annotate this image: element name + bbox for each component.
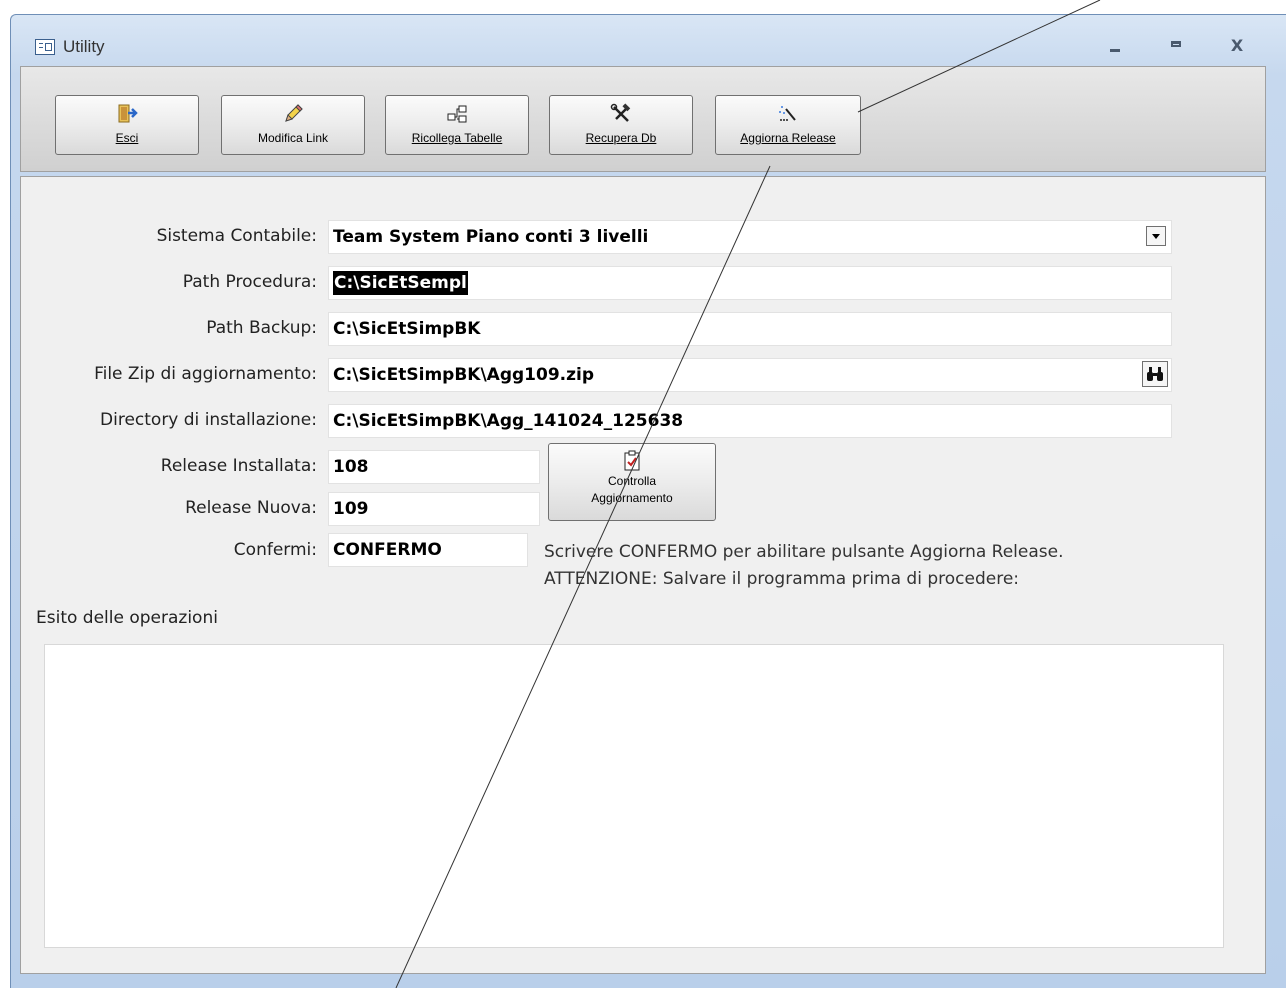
recupera-db-button[interactable]: Recupera Db: [549, 95, 693, 155]
path-procedura-value: C:\SicEtSempl: [333, 271, 468, 295]
sistema-contabile-select[interactable]: Team System Piano conti 3 livelli: [328, 220, 1172, 254]
release-installata-value: 108: [333, 457, 369, 477]
close-button[interactable]: X: [1223, 33, 1251, 59]
path-backup-value: C:\SicEtSimpBK: [333, 319, 481, 339]
esito-textarea[interactable]: [44, 644, 1224, 948]
aggiorna-release-label: Aggiorna Release: [740, 131, 836, 145]
directory-value: C:\SicEtSimpBK\Agg_141024_125638: [333, 411, 684, 431]
modifica-link-button[interactable]: Modifica Link: [221, 95, 365, 155]
sistema-contabile-label: Sistema Contabile:: [156, 226, 317, 246]
esci-label: Esci: [115, 131, 139, 145]
window-title: Utility: [63, 37, 105, 56]
maximize-icon: [1171, 41, 1181, 47]
ricollega-tabelle-button[interactable]: Ricollega Tabelle: [385, 95, 529, 155]
esci-button[interactable]: Esci: [55, 95, 199, 155]
form-icon: [35, 39, 55, 55]
close-icon: X: [1230, 36, 1244, 55]
file-zip-input[interactable]: C:\SicEtSimpBK\Agg109.zip: [328, 358, 1172, 392]
minimize-icon: [1110, 49, 1120, 52]
modifica-link-label: Modifica Link: [257, 131, 329, 145]
confermi-label: Confermi:: [233, 540, 317, 560]
exit-door-icon: [56, 103, 198, 127]
release-installata-label: Release Installata:: [160, 456, 317, 476]
path-procedura-input[interactable]: C:\SicEtSempl: [328, 266, 1172, 300]
confermi-input[interactable]: CONFERMO: [328, 533, 528, 567]
magic-wand-icon: [716, 103, 860, 127]
recupera-db-label: Recupera Db: [585, 131, 657, 145]
dropdown-arrow-icon[interactable]: [1146, 226, 1166, 246]
path-backup-label: Path Backup:: [206, 318, 317, 338]
ricollega-tabelle-label: Ricollega Tabelle: [411, 131, 503, 145]
file-zip-value: C:\SicEtSimpBK\Agg109.zip: [333, 365, 594, 385]
clipboard-check-icon: [624, 450, 640, 471]
controlla-label: Controlla: [607, 474, 657, 488]
release-installata-input[interactable]: 108: [328, 450, 540, 484]
info-line-2: ATTENZIONE: Salvare il programma prima d…: [544, 569, 1020, 589]
relink-tables-icon: [386, 103, 528, 127]
path-backup-input[interactable]: C:\SicEtSimpBK: [328, 312, 1172, 346]
minimize-button[interactable]: [1101, 33, 1129, 59]
sistema-contabile-value: Team System Piano conti 3 livelli: [333, 227, 649, 247]
maximize-button[interactable]: [1162, 33, 1190, 59]
title-bar[interactable]: Utility X: [11, 15, 1286, 73]
directory-input[interactable]: C:\SicEtSimpBK\Agg_141024_125638: [328, 404, 1172, 438]
pencil-icon: [222, 103, 364, 127]
aggiorna-release-button[interactable]: Aggiorna Release: [715, 95, 861, 155]
tools-hammer-icon: [550, 103, 692, 127]
directory-label: Directory di installazione:: [100, 410, 317, 430]
release-nuova-value: 109: [333, 499, 369, 519]
controlla-aggiornamento-button[interactable]: Controlla Aggiornamento: [548, 443, 716, 521]
release-nuova-label: Release Nuova:: [185, 498, 317, 518]
esito-label: Esito delle operazioni: [36, 608, 218, 628]
aggiornamento-label: Aggiornamento: [591, 491, 673, 505]
file-zip-label: File Zip di aggiornamento:: [94, 364, 317, 384]
toolbar: Esci Modifica Link Ricollega Tabelle Rec…: [20, 66, 1266, 172]
confermi-value: CONFERMO: [333, 540, 442, 560]
release-nuova-input[interactable]: 109: [328, 492, 540, 526]
browse-button[interactable]: [1142, 361, 1168, 387]
info-line-1: Scrivere CONFERMO per abilitare pulsante…: [544, 542, 1064, 562]
binoculars-icon: [1147, 367, 1163, 381]
path-procedura-label: Path Procedura:: [182, 272, 317, 292]
